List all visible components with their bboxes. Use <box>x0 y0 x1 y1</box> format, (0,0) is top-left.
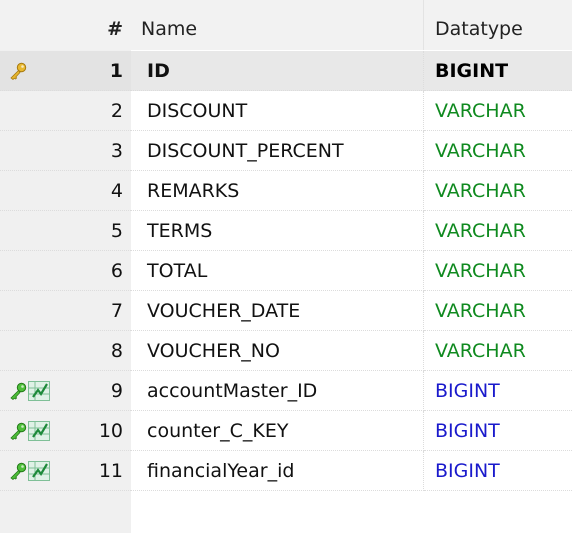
row-header-cell[interactable]: 4 <box>0 171 131 211</box>
primary-key-icon <box>6 51 66 91</box>
table-row[interactable]: 1 ID BIGINT <box>0 51 572 91</box>
row-number: 4 <box>110 180 123 202</box>
relation-icon <box>28 411 88 451</box>
table-row[interactable]: 3 DISCOUNT_PERCENT VARCHAR <box>0 131 572 171</box>
table-row[interactable]: 6 TOTAL VARCHAR <box>0 251 572 291</box>
datatype-cell[interactable]: BIGINT <box>424 371 572 411</box>
table-row[interactable]: 9 accountMaster_ID BIGINT <box>0 371 572 411</box>
column-name-cell[interactable]: financialYear_id <box>131 451 424 491</box>
column-name-cell[interactable]: DISCOUNT <box>131 91 424 131</box>
datatype-cell[interactable]: VARCHAR <box>424 131 572 171</box>
row-header-cell[interactable]: 1 <box>0 51 131 91</box>
row-header-cell[interactable]: 9 <box>0 371 131 411</box>
row-header-cell[interactable]: 8 <box>0 331 131 371</box>
header-num[interactable]: # <box>85 0 131 50</box>
table-row[interactable]: 11 financialYear_id BIGINT <box>0 451 572 491</box>
row-header-cell[interactable]: 11 <box>0 451 131 491</box>
table-row[interactable]: 2 DISCOUNT VARCHAR <box>0 91 572 131</box>
table-row[interactable]: 7 VOUCHER_DATE VARCHAR <box>0 291 572 331</box>
row-header-cell[interactable]: 5 <box>0 211 131 251</box>
row-number: 1 <box>109 60 123 82</box>
datatype-cell[interactable]: VARCHAR <box>424 291 572 331</box>
relation-icon <box>28 371 88 411</box>
column-name-cell[interactable]: TERMS <box>131 211 424 251</box>
column-name-cell[interactable]: TOTAL <box>131 251 424 291</box>
datatype-cell[interactable]: VARCHAR <box>424 331 572 371</box>
table-row[interactable]: 10 counter_C_KEY BIGINT <box>0 411 572 451</box>
header-name[interactable]: Name <box>131 0 424 50</box>
datatype-cell[interactable]: BIGINT <box>424 411 572 451</box>
row-number: 6 <box>110 260 123 282</box>
datatype-cell[interactable]: VARCHAR <box>424 171 572 211</box>
row-number: 2 <box>110 100 123 122</box>
relation-icon <box>28 451 88 491</box>
row-number: 7 <box>110 300 123 322</box>
column-name-cell[interactable]: counter_C_KEY <box>131 411 424 451</box>
row-number: 11 <box>98 460 123 482</box>
table-row[interactable]: 4 REMARKS VARCHAR <box>0 171 572 211</box>
column-name-cell[interactable]: DISCOUNT_PERCENT <box>131 131 424 171</box>
table-row[interactable]: 5 TERMS VARCHAR <box>0 211 572 251</box>
row-number: 3 <box>110 140 123 162</box>
datatype-cell[interactable]: VARCHAR <box>424 251 572 291</box>
row-header-cell[interactable]: 3 <box>0 131 131 171</box>
column-grid: # Name Datatype 1 ID BIGINT 2 DISCOUNT VARCHA… <box>0 0 572 533</box>
datatype-cell[interactable]: BIGINT <box>424 451 572 491</box>
datatype-cell[interactable]: VARCHAR <box>424 91 572 131</box>
row-number: 9 <box>110 380 123 402</box>
datatype-cell[interactable]: VARCHAR <box>424 211 572 251</box>
row-header-cell[interactable]: 6 <box>0 251 131 291</box>
column-name-cell[interactable]: accountMaster_ID <box>131 371 424 411</box>
column-name-cell[interactable]: VOUCHER_DATE <box>131 291 424 331</box>
column-name-cell[interactable]: VOUCHER_NO <box>131 331 424 371</box>
column-name-cell[interactable]: REMARKS <box>131 171 424 211</box>
column-name-cell[interactable]: ID <box>131 51 424 91</box>
row-header-cell[interactable]: 10 <box>0 411 131 451</box>
row-header-cell[interactable]: 2 <box>0 91 131 131</box>
row-header-cell[interactable]: 7 <box>0 291 131 331</box>
header-datatype[interactable]: Datatype <box>424 0 572 50</box>
row-number: 5 <box>110 220 123 242</box>
table-row[interactable]: 8 VOUCHER_NO VARCHAR <box>0 331 572 371</box>
grid-header: # Name Datatype <box>0 0 572 50</box>
row-number: 8 <box>110 340 123 362</box>
row-number: 10 <box>98 420 123 442</box>
datatype-cell[interactable]: BIGINT <box>424 51 572 91</box>
